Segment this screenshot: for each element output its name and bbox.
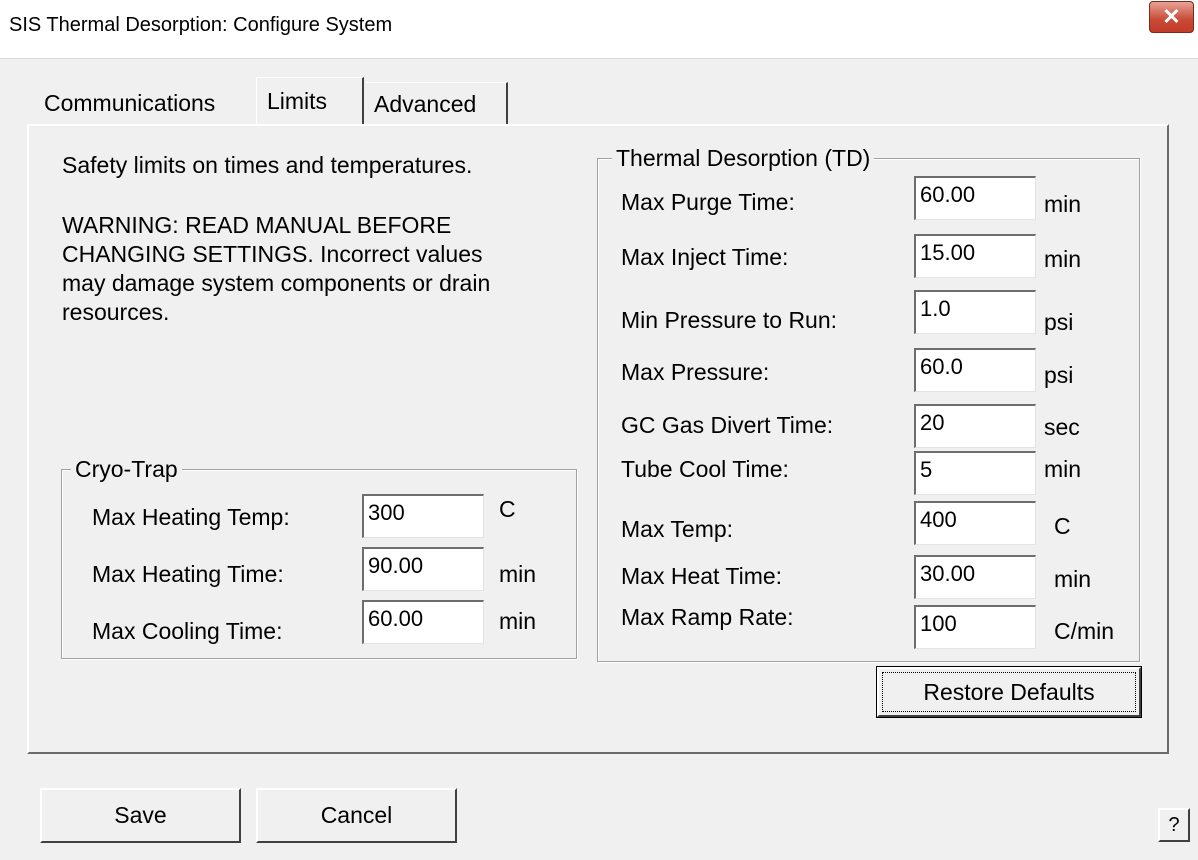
- tube-cool-time-label: Tube Cool Time:: [621, 456, 789, 482]
- safety-limits-text: Safety limits on times and temperatures.: [62, 152, 473, 178]
- window-title: SIS Thermal Desorption: Configure System: [9, 14, 393, 36]
- max-purge-time-input[interactable]: [914, 176, 1036, 220]
- max-heating-temp-label: Max Heating Temp:: [92, 504, 290, 530]
- gc-gas-divert-time-label: GC Gas Divert Time:: [621, 412, 834, 438]
- warning-line: may damage system components or drain: [62, 270, 491, 296]
- tab-communications[interactable]: Communications: [44, 82, 216, 124]
- tab-advanced[interactable]: Advanced: [366, 82, 508, 124]
- td-title: Thermal Desorption (TD): [612, 145, 875, 172]
- warning-line: WARNING: READ MANUAL BEFORE: [62, 212, 452, 238]
- min-pressure-to-run-label: Min Pressure to Run:: [621, 307, 838, 333]
- min-pressure-to-run-unit: psi: [1044, 309, 1074, 335]
- gc-gas-divert-time-input[interactable]: [914, 404, 1036, 448]
- max-purge-time-label: Max Purge Time:: [621, 189, 795, 215]
- title-bar: SIS Thermal Desorption: Configure System…: [0, 0, 1198, 59]
- max-ramp-rate-input[interactable]: [914, 605, 1036, 649]
- gc-gas-divert-time-unit: sec: [1044, 414, 1080, 440]
- max-heat-time-input[interactable]: [914, 555, 1036, 599]
- max-ramp-rate-unit: C/min: [1054, 618, 1115, 644]
- tube-cool-time-input[interactable]: [914, 451, 1036, 495]
- warning-line: CHANGING SETTINGS. Incorrect values: [62, 241, 483, 267]
- max-pressure-input[interactable]: [914, 348, 1036, 392]
- max-heating-temp-input[interactable]: [362, 494, 484, 538]
- max-pressure-label: Max Pressure:: [621, 359, 770, 385]
- save-button[interactable]: Save: [40, 788, 241, 843]
- max-temp-input[interactable]: [914, 501, 1036, 545]
- max-temp-label: Max Temp:: [621, 516, 734, 542]
- min-pressure-to-run-input[interactable]: [914, 290, 1036, 334]
- max-cooling-time-unit: min: [499, 608, 537, 634]
- max-heating-time-unit: min: [499, 561, 537, 587]
- max-ramp-rate-label: Max Ramp Rate:: [621, 604, 794, 630]
- max-heating-time-label: Max Heating Time:: [92, 561, 284, 587]
- max-inject-time-label: Max Inject Time:: [621, 244, 789, 270]
- max-cooling-time-input[interactable]: [362, 600, 484, 644]
- max-temp-unit: C: [1054, 513, 1071, 539]
- close-icon[interactable]: ✕: [1149, 1, 1194, 33]
- help-button[interactable]: ?: [1158, 808, 1190, 842]
- max-heating-time-input[interactable]: [362, 547, 484, 591]
- cryo-trap-title: Cryo-Trap: [71, 456, 182, 483]
- cancel-button[interactable]: Cancel: [256, 788, 457, 843]
- max-inject-time-unit: min: [1044, 246, 1082, 272]
- max-pressure-unit: psi: [1044, 362, 1074, 388]
- warning-line: resources.: [62, 299, 170, 325]
- max-purge-time-unit: min: [1044, 191, 1082, 217]
- max-cooling-time-label: Max Cooling Time:: [92, 618, 283, 644]
- max-inject-time-input[interactable]: [914, 234, 1036, 278]
- max-heating-temp-unit: C: [499, 496, 516, 522]
- warning-text: WARNING: READ MANUAL BEFORE CHANGING SET…: [62, 211, 490, 327]
- tube-cool-time-unit: min: [1044, 456, 1082, 482]
- restore-defaults-button[interactable]: Restore Defaults: [877, 667, 1141, 717]
- max-heat-time-label: Max Heat Time:: [621, 563, 783, 589]
- tab-limits[interactable]: Limits: [256, 77, 364, 125]
- max-heat-time-unit: min: [1054, 566, 1092, 592]
